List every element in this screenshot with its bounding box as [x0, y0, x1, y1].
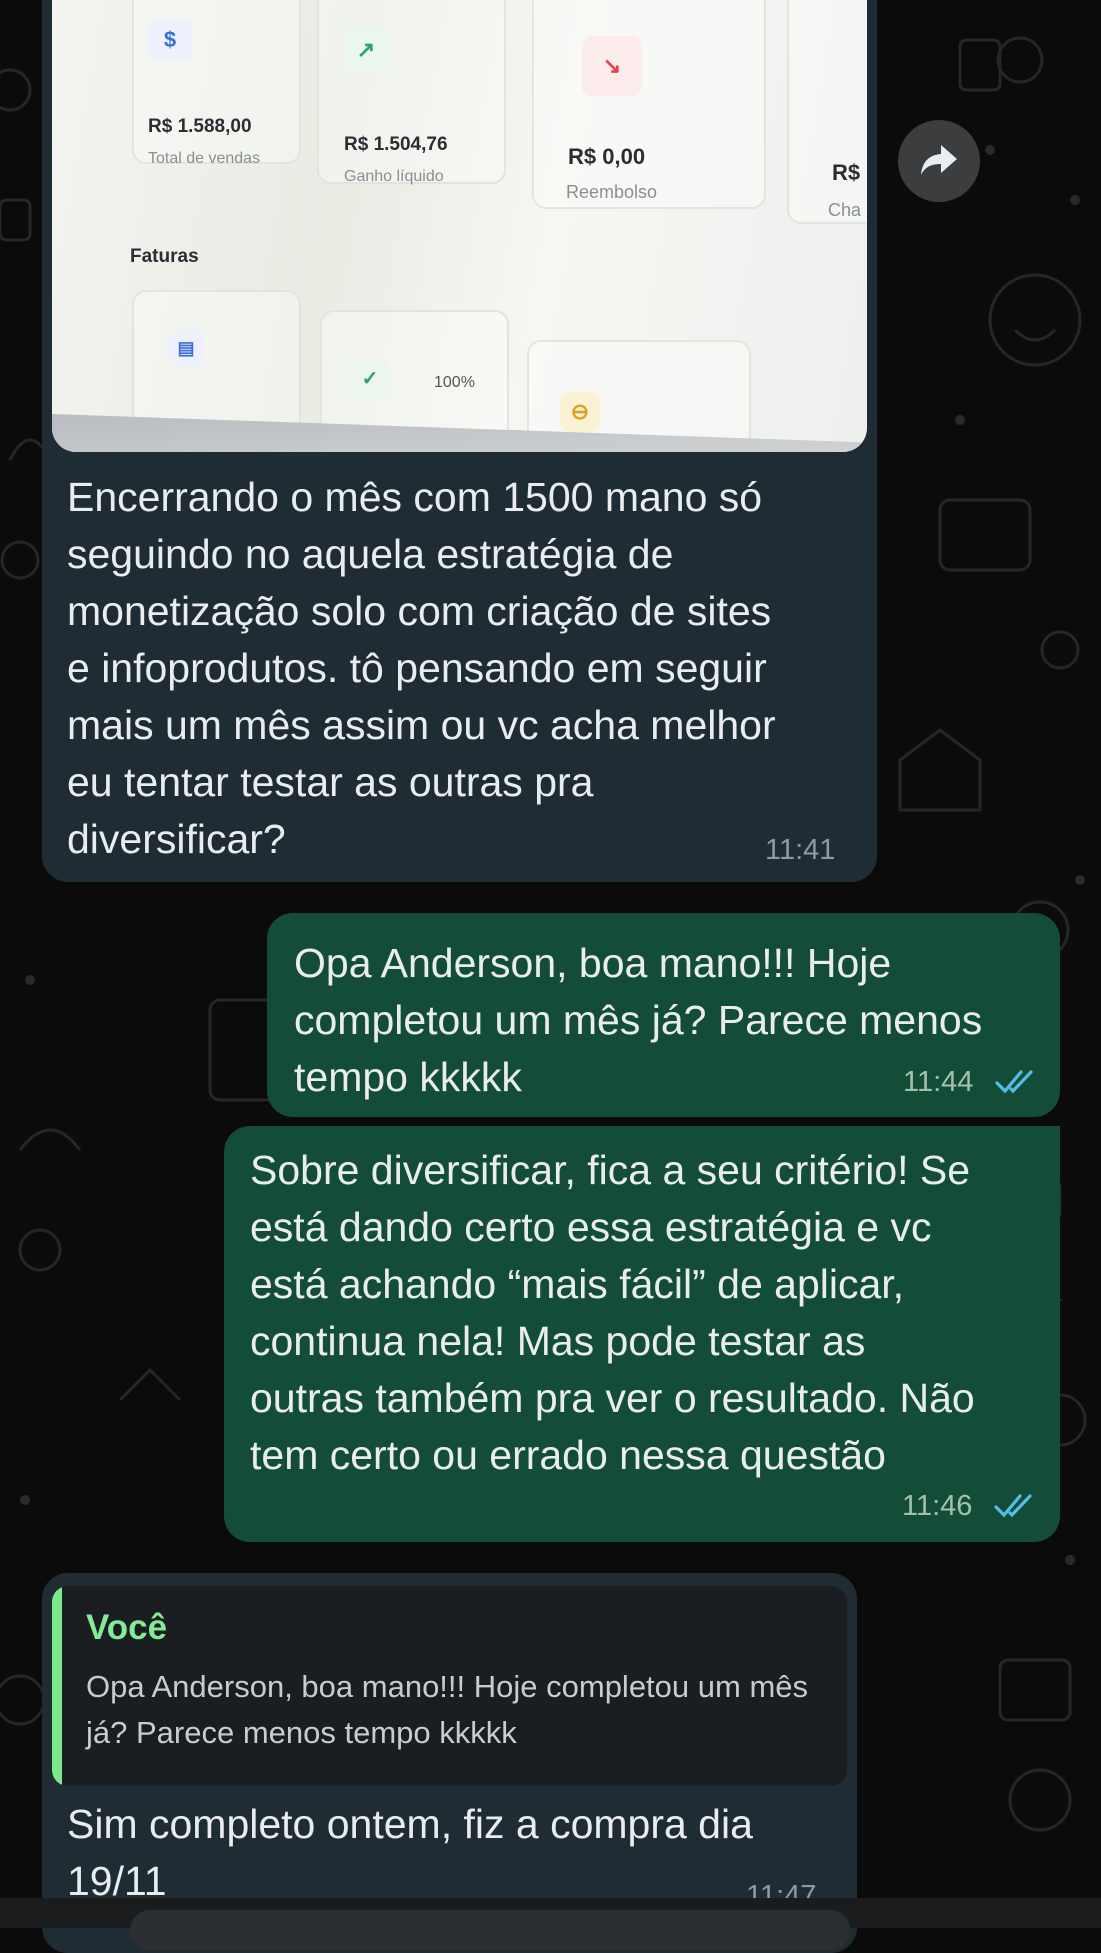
chat-thread[interactable]: $ ↗ ↘ R$ 1.588,00 Total de vendas R$ 1.5…: [0, 0, 1101, 1953]
refund-value: R$ 0,00: [568, 144, 646, 169]
message-text: Encerrando o mês com 1500 mano só seguin…: [67, 474, 776, 862]
outgoing-message[interactable]: Sobre diversificar, fica a seu critério!…: [224, 1126, 1060, 1542]
quote-accent-bar: [52, 1586, 62, 1786]
forward-button[interactable]: [898, 120, 980, 202]
read-receipt-icon: [995, 1070, 1033, 1094]
outgoing-message[interactable]: Opa Anderson, boa mano!!! Hoje completou…: [267, 913, 1060, 1117]
forward-icon: [921, 145, 957, 175]
charge-card: [787, 0, 867, 224]
message-time: 11:41: [765, 834, 836, 866]
trend-up-icon: ↗: [344, 28, 388, 72]
charge-label: Cha: [828, 200, 862, 220]
pending-icon: ⊖: [560, 392, 600, 432]
total-sales-value: R$ 1.588,00: [148, 116, 252, 137]
refund-label: Reembolso: [566, 182, 658, 202]
trend-down-icon: ↘: [582, 36, 642, 96]
charge-value: R$: [832, 160, 861, 185]
message-text: Sobre diversificar, fica a seu critério!…: [250, 1147, 975, 1478]
invoices-title: Faturas: [130, 246, 199, 267]
quoted-message[interactable]: Você Opa Anderson, boa mano!!! Hoje comp…: [52, 1586, 847, 1786]
message-input[interactable]: [130, 1910, 850, 1950]
message-time: 11:46: [902, 1490, 973, 1522]
refund-card: [532, 0, 766, 209]
message-text: Sim completo ontem, fiz a compra dia 19/…: [67, 1801, 753, 1904]
total-sales-label: Total de vendas: [148, 150, 261, 167]
document-icon: ▤: [168, 330, 204, 366]
message-time: 11:44: [903, 1066, 974, 1098]
dollar-icon: $: [148, 18, 192, 62]
percent-value: 100%: [434, 374, 475, 391]
read-receipt-icon: [994, 1494, 1032, 1518]
quote-author: Você: [86, 1608, 168, 1647]
check-circle-icon: ✓: [350, 358, 390, 398]
quote-text: Opa Anderson, boa mano!!! Hoje completou…: [86, 1669, 809, 1750]
net-gain-label: Ganho líquido: [344, 168, 444, 185]
net-gain-value: R$ 1.504,76: [344, 134, 448, 155]
net-card: [317, 0, 506, 184]
dashboard-photo[interactable]: $ ↗ ↘ R$ 1.588,00 Total de vendas R$ 1.5…: [52, 0, 867, 452]
